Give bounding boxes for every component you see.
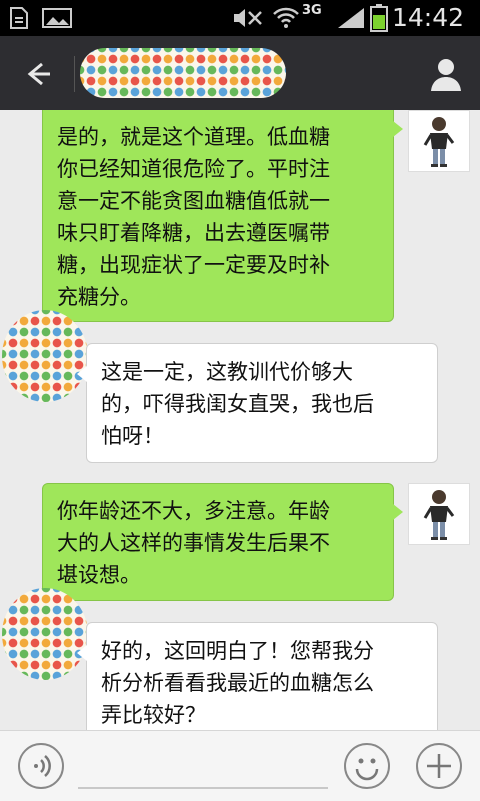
document-icon <box>10 7 28 29</box>
message-line: 是的，就是这个道理。低血糖 <box>57 125 330 149</box>
emoji-button[interactable] <box>344 743 390 789</box>
message-line: 好的，这回明白了！您帮我分 <box>101 639 374 663</box>
my-avatar[interactable] <box>408 483 470 545</box>
wifi-icon <box>273 7 299 28</box>
voice-button[interactable] <box>18 743 64 789</box>
message-line: 你已经知道很危险了。平时注 <box>57 157 330 181</box>
chat-header <box>0 36 480 110</box>
incoming-message[interactable]: 这是一定，这教训代价够大 的，吓得我闺女直哭，我也后 怕呀！ <box>77 343 438 463</box>
clock: 14:42 <box>391 3 464 32</box>
message-line: 析分析看看我最近的血糖怎么 <box>101 671 374 695</box>
message-line: 怕呀！ <box>101 424 164 448</box>
message-line: 糖，出现症状了一定要及时补 <box>57 253 330 277</box>
contact-avatar[interactable] <box>2 310 88 402</box>
person-figure-icon <box>423 490 455 540</box>
message-line: 的，吓得我闺女直哭，我也后 <box>101 392 374 416</box>
person-figure-icon <box>423 117 455 167</box>
signal-icon <box>338 8 364 28</box>
message-input[interactable] <box>78 787 328 789</box>
image-icon <box>42 8 72 28</box>
message-line: 味只盯着降糖，出去遵医嘱带 <box>57 221 330 245</box>
message-line: 堪设想。 <box>57 563 141 587</box>
chat-history[interactable]: 是的，就是这个道理。低血糖 你已经知道很危险了。平时注 意一定不能贪图血糖值低就… <box>0 110 480 730</box>
message-input-bar <box>0 730 480 801</box>
my-avatar[interactable] <box>408 110 470 172</box>
arrow-left-icon[interactable] <box>14 54 58 94</box>
message-line: 意一定不能贪图血糖值低就一 <box>57 189 330 213</box>
plus-icon <box>427 754 451 778</box>
message-line: 充糖分。 <box>57 285 141 309</box>
status-bar: 3G 14:42 <box>0 0 480 36</box>
incoming-message[interactable]: 好的，这回明白了！您帮我分 析分析看看我最近的血糖怎么 弄比较好？ <box>77 622 438 730</box>
message-line: 这是一定，这教训代价够大 <box>101 360 353 384</box>
battery-icon <box>370 4 388 32</box>
mute-icon <box>234 9 262 27</box>
message-line: 你年龄还不大，多注意。年龄 <box>57 499 330 523</box>
network-type-label: 3G <box>302 3 322 18</box>
outgoing-message[interactable]: 你年龄还不大，多注意。年龄 大的人这样的事情发生后果不 堪设想。 <box>42 483 403 601</box>
message-line: 弄比较好？ <box>101 703 206 727</box>
voice-icon <box>34 755 51 777</box>
person-icon[interactable] <box>426 54 466 94</box>
message-line: 大的人这样的事情发生后果不 <box>57 531 330 555</box>
more-button[interactable] <box>416 743 462 789</box>
outgoing-message[interactable]: 是的，就是这个道理。低血糖 你已经知道很危险了。平时注 意一定不能贪图血糖值低就… <box>42 110 403 322</box>
header-divider <box>74 56 75 92</box>
contact-name-redacted <box>80 48 286 98</box>
smiley-icon <box>355 758 379 781</box>
contact-avatar[interactable] <box>2 588 88 680</box>
